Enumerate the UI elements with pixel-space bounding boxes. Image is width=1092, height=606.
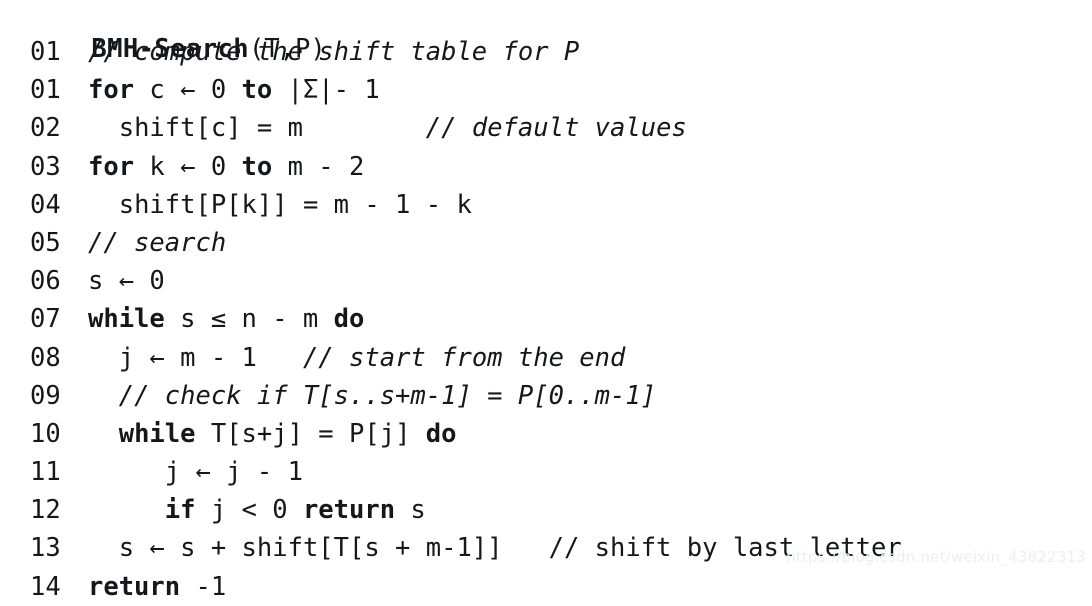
keyword: while xyxy=(88,304,165,335)
code-line: 12 if j < 0 return s xyxy=(0,491,1092,529)
code-line: 03 for k ← 0 to m - 2 xyxy=(0,148,1092,186)
line-number: 09 xyxy=(30,380,61,411)
line-number: 11 xyxy=(30,457,61,488)
comment: // start from the end xyxy=(302,342,626,373)
code-line: 05 // search xyxy=(0,224,1092,262)
keyword: while xyxy=(118,418,196,449)
line-number: 06 xyxy=(30,266,61,297)
watermark: https://blog.csdn.net/weixin_43822313 xyxy=(786,548,1086,566)
line-code: while T[s+j] = P[j] do xyxy=(88,419,457,449)
pseudocode-listing: BMH-Search(T,P) 01 // compute the shift t… xyxy=(0,0,1092,602)
code-text: s ≤ n - m xyxy=(164,304,334,335)
line-number: 01 xyxy=(30,75,61,106)
line-number: 12 xyxy=(30,495,61,526)
line-number: 07 xyxy=(30,304,61,335)
code-line: 01 // compute the shift table for P xyxy=(0,33,1092,71)
line-number: 05 xyxy=(30,227,61,258)
line-number: 13 xyxy=(30,533,61,564)
code-text: k ← 0 xyxy=(134,151,242,182)
line-number: 02 xyxy=(30,113,61,144)
keyword: for xyxy=(88,75,135,106)
comment: // compute the shift table for P xyxy=(88,37,580,67)
line-number: 03 xyxy=(30,151,61,182)
code-line: 14 return -1 xyxy=(0,568,1092,606)
code-text: T[s+j] = P[j] xyxy=(195,418,426,449)
line-code: for c ← 0 to |Σ|- 1 xyxy=(88,75,380,105)
line-code: shift[c] = m // default values xyxy=(88,113,687,143)
code-line: 08 j ← m - 1 // start from the end xyxy=(0,339,1092,377)
line-code: // search xyxy=(88,228,226,258)
code-text: j ← j - 1 xyxy=(164,457,303,488)
code-text: |Σ|- 1 xyxy=(272,75,380,106)
keyword: return xyxy=(88,571,181,602)
keyword: to xyxy=(241,151,273,182)
code-text: shift[c] = m xyxy=(118,113,303,144)
algorithm-title: BMH-Search(T,P) xyxy=(0,1,1092,64)
line-code: for k ← 0 to m - 2 xyxy=(88,152,364,182)
code-text: j < 0 xyxy=(195,495,303,526)
code-line: 07 while s ≤ n - m do xyxy=(0,300,1092,338)
line-number: 08 xyxy=(30,342,61,373)
line-code: j ← j - 1 xyxy=(88,457,303,487)
code-line: 04 shift[P[k]] = m - 1 - k xyxy=(0,186,1092,224)
code-text: shift[P[k]] = m - 1 - k xyxy=(118,189,472,220)
code-text: c ← 0 xyxy=(134,75,242,106)
keyword: if xyxy=(164,495,196,526)
code-text: s xyxy=(395,495,426,526)
keyword: to xyxy=(241,75,273,106)
keyword: for xyxy=(88,151,135,182)
line-code: if j < 0 return s xyxy=(88,495,426,525)
line-code: j ← m - 1 // start from the end xyxy=(88,342,626,373)
code-line: 09 // check if T[s..s+m-1] = P[0..m-1] xyxy=(0,377,1092,415)
code-text: s ← s + shift[T[s + m-1]] xyxy=(118,533,503,564)
keyword: return xyxy=(302,495,396,526)
line-number: 01 xyxy=(30,37,61,67)
comment: // check if T[s..s+m-1] = P[0..m-1] xyxy=(118,380,657,411)
code-line: 01 for c ← 0 to |Σ|- 1 xyxy=(0,71,1092,109)
line-code: s ← s + shift[T[s + m-1]] // shift by la… xyxy=(88,533,902,563)
code-line: 02 shift[c] = m // default values xyxy=(0,109,1092,147)
code-text: -1 xyxy=(180,571,227,602)
line-code: s ← 0 xyxy=(88,266,165,296)
code-text: s ← 0 xyxy=(88,266,165,297)
line-number: 10 xyxy=(30,418,61,449)
code-line: 11 j ← j - 1 xyxy=(0,453,1092,491)
code-line: 10 while T[s+j] = P[j] do xyxy=(0,415,1092,453)
line-number: 14 xyxy=(30,571,61,602)
code-text: m - 2 xyxy=(272,151,365,182)
keyword: do xyxy=(333,304,365,335)
line-code: shift[P[k]] = m - 1 - k xyxy=(88,190,472,220)
line-code: // compute the shift table for P xyxy=(88,37,579,67)
code-lines: 01 // compute the shift table for P 01 for … xyxy=(0,33,1092,606)
comment: // search xyxy=(88,227,227,258)
line-code: // check if T[s..s+m-1] = P[0..m-1] xyxy=(88,381,656,411)
line-code: return -1 xyxy=(88,572,226,602)
code-line: 06 s ← 0 xyxy=(0,262,1092,300)
code-text: j ← m - 1 xyxy=(118,342,257,373)
comment: // default values xyxy=(425,113,687,144)
keyword: do xyxy=(425,418,457,449)
line-number: 04 xyxy=(30,189,61,220)
line-code: while s ≤ n - m do xyxy=(88,304,364,334)
